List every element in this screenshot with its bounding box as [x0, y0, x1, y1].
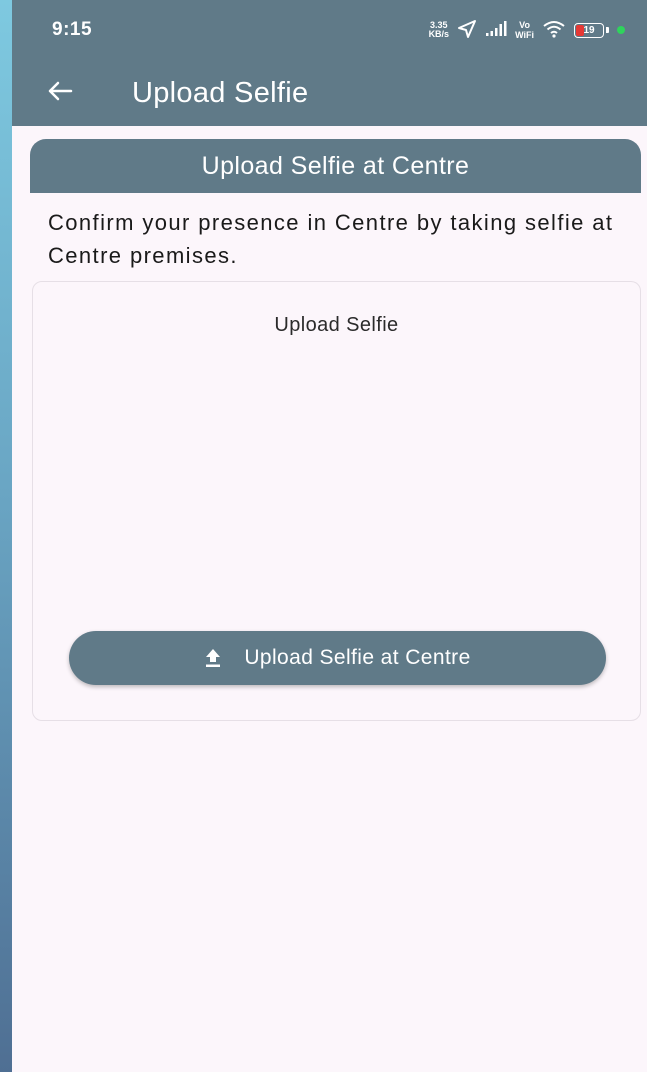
- wifi-label: WiFi: [515, 30, 534, 40]
- privacy-indicator-dot: [617, 26, 625, 34]
- upload-selfie-button[interactable]: Upload Selfie at Centre: [69, 631, 606, 685]
- upload-icon: [204, 648, 222, 668]
- back-button[interactable]: [12, 60, 92, 126]
- page-title: Upload Selfie: [132, 76, 309, 109]
- app-bar: Upload Selfie: [12, 60, 647, 126]
- instruction-text: Confirm your presence in Centre by takin…: [48, 210, 614, 268]
- top-bar: 9:15 3.35 KB/s Vo WiFi 19 Upload Selfie: [12, 0, 647, 126]
- phone-screen: 9:15 3.35 KB/s Vo WiFi 19 Upload Selfie …: [12, 0, 647, 1072]
- signal-bars-icon: [485, 20, 507, 40]
- battery-level: 19: [583, 24, 595, 36]
- card-title: Upload Selfie: [274, 314, 399, 336]
- network-speed: 3.35 KB/s: [429, 21, 450, 39]
- vowifi-indicator: Vo WiFi: [515, 20, 534, 40]
- battery-tip: [606, 27, 609, 33]
- status-icons: 3.35 KB/s Vo WiFi 19: [429, 19, 625, 42]
- status-time: 9:15: [52, 19, 93, 40]
- battery-icon: 19: [574, 22, 604, 38]
- section-header: Upload Selfie at Centre: [30, 139, 641, 193]
- network-speed-unit: KB/s: [428, 29, 450, 39]
- selfie-upload-card: Upload Selfie Upload Selfie at Centre: [32, 281, 641, 721]
- upload-button-label: Upload Selfie at Centre: [244, 646, 471, 669]
- vo-label: Vo: [519, 20, 530, 30]
- arrow-left-icon: [47, 76, 73, 110]
- wifi-icon: [542, 20, 566, 41]
- status-bar: 9:15 3.35 KB/s Vo WiFi 19: [12, 0, 647, 60]
- location-arrow-icon: [457, 19, 477, 42]
